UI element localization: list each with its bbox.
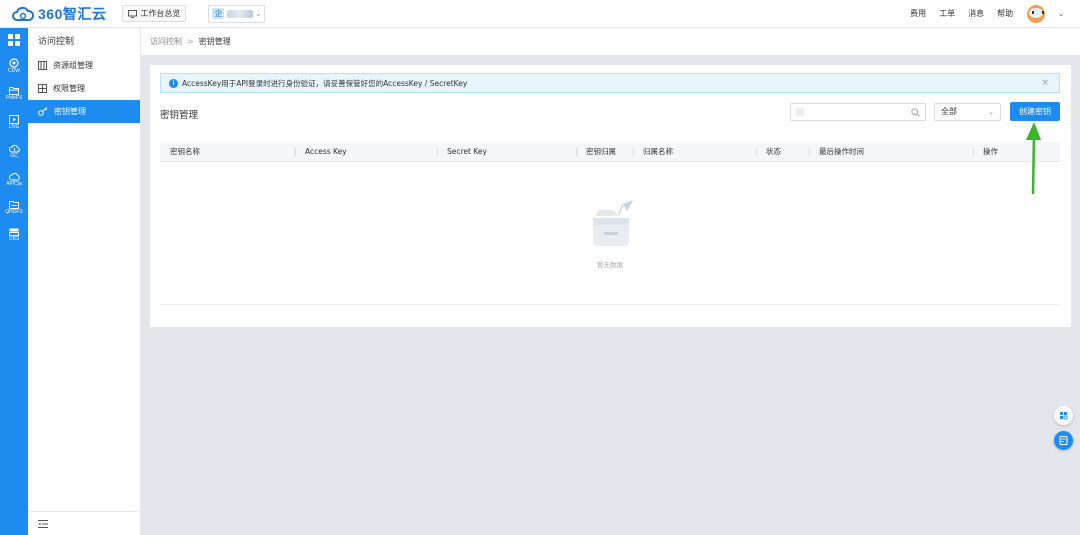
column-divider <box>756 147 757 157</box>
rail-label: GC <box>10 153 18 159</box>
column-divider <box>973 147 974 157</box>
column-header-secret-key: Secret Key <box>447 147 487 156</box>
column-header-owner-name: 归属名称 <box>643 147 673 156</box>
chevron-down-icon: ⌄ <box>255 9 262 18</box>
project-selector[interactable]: 企 ⌄ <box>208 4 266 23</box>
close-icon[interactable]: × <box>1041 78 1049 88</box>
rail-item-apicla[interactable]: APICla <box>0 172 28 187</box>
rail-item-obs[interactable]: OBS <box>0 228 28 242</box>
project-name-redacted <box>227 9 254 18</box>
chevron-down-icon[interactable]: ⌄ <box>1058 10 1064 18</box>
sidebar-item-key-management[interactable]: 密钥管理 <box>28 100 140 123</box>
rail-item-polefs[interactable]: PoleFS <box>0 86 28 101</box>
breadcrumb: 访问控制 > 密钥管理 <box>141 28 1080 55</box>
project-badge: 企 <box>212 8 225 19</box>
search-input[interactable] <box>790 103 926 121</box>
column-divider <box>295 147 296 157</box>
column-divider <box>633 147 634 157</box>
column-header-key-owner: 密钥归属 <box>586 147 616 156</box>
cloud-icon <box>8 144 20 153</box>
api-cloud-icon <box>8 172 20 181</box>
rail-item-cdw[interactable]: CDW <box>0 58 28 74</box>
nav-billing[interactable]: 费用 <box>910 8 926 19</box>
rail-label: OBS <box>8 236 20 242</box>
column-header-key-name: 密钥名称 <box>170 147 200 156</box>
brand-logo[interactable]: 360智汇云 <box>12 0 106 28</box>
column-header-status: 状态 <box>766 147 781 156</box>
qr-code-icon <box>1060 412 1068 420</box>
column-divider <box>437 147 438 157</box>
cloud-logo-icon <box>12 6 34 21</box>
collapse-menu-icon <box>38 519 48 528</box>
empty-text: 暂无数据 <box>597 261 623 269</box>
rail-label: CDW <box>8 68 20 74</box>
breadcrumb-parent[interactable]: 访问控制 <box>150 36 182 47</box>
info-icon: i <box>169 78 178 88</box>
brand-name: 360智汇云 <box>38 5 107 22</box>
monitor-icon <box>128 9 138 18</box>
table-header: 密钥名称 Access Key Secret Key 密钥归属 归属名称 状态 … <box>160 142 1060 162</box>
column-header-actions: 操作 <box>983 147 998 156</box>
qr-code-button[interactable] <box>1054 406 1073 425</box>
search-placeholder <box>796 108 804 116</box>
rail-item-live[interactable]: LIVE <box>0 115 28 130</box>
rail-item-qhdfs[interactable]: QHDFS <box>0 200 28 215</box>
hdfs-folder-icon <box>9 201 19 209</box>
sidebar-item-permissions[interactable]: 权限管理 <box>28 77 140 100</box>
status-filter-value: 全部 <box>941 107 957 116</box>
storage-icon <box>9 228 19 236</box>
top-nav: 费用 工单 消息 帮助 ⌄ <box>897 4 1080 23</box>
table-empty-state: 暂无数据 <box>160 162 1060 305</box>
sidebar-collapse-button[interactable] <box>28 511 140 535</box>
key-management-card: i AccessKey用于API登录时进行身份验证，请妥善保管好您的Access… <box>150 65 1071 327</box>
resource-group-icon <box>38 61 47 70</box>
column-header-access-key: Access Key <box>305 147 347 156</box>
sidebar-title: 访问控制 <box>38 37 75 47</box>
permission-icon <box>38 84 47 93</box>
column-divider <box>576 147 577 157</box>
search-icon <box>911 108 920 117</box>
nav-messages[interactable]: 消息 <box>968 8 984 19</box>
info-notice: i AccessKey用于API登录时进行身份验证，请妥善保管好您的Access… <box>160 73 1060 93</box>
folder-icon <box>9 87 19 95</box>
rail-label: QHDFS <box>5 209 23 215</box>
feedback-button[interactable] <box>1054 431 1073 450</box>
sidebar-item-label: 权限管理 <box>53 84 85 93</box>
create-key-button[interactable]: 创建密钥 <box>1010 102 1060 121</box>
rail-item-grid[interactable] <box>0 34 28 46</box>
sidebar-item-resource-groups[interactable]: 资源组管理 <box>28 54 140 77</box>
status-filter-select[interactable]: 全部 ⌄ <box>934 103 1001 121</box>
breadcrumb-separator: > <box>187 37 194 46</box>
rail-label: LIVE <box>8 124 20 130</box>
page-title: 密钥管理 <box>160 110 199 121</box>
avatar[interactable] <box>1027 4 1046 23</box>
sidebar-item-label: 密钥管理 <box>54 107 86 116</box>
grid-icon <box>8 34 20 46</box>
workbench-label: 工作台总览 <box>140 9 181 18</box>
database-icon <box>9 58 19 68</box>
edit-note-icon <box>1059 435 1068 446</box>
column-header-last-operation-time: 最后操作时间 <box>819 147 864 156</box>
breadcrumb-current: 密钥管理 <box>198 37 231 46</box>
column-divider <box>809 147 810 157</box>
nav-tickets[interactable]: 工单 <box>939 8 955 19</box>
sidebar-item-label: 资源组管理 <box>53 61 93 70</box>
rail-label: APICla <box>6 181 22 187</box>
sidebar: 访问控制 资源组管理 权限管理 密钥管理 <box>28 28 141 535</box>
key-icon <box>38 107 48 116</box>
chevron-down-icon: ⌄ <box>988 108 994 116</box>
rail-item-gc[interactable]: GC <box>0 144 28 159</box>
annotation-arrow-icon <box>1026 122 1041 195</box>
notice-text: AccessKey用于API登录时进行身份验证，请妥善保管好您的AccessKe… <box>182 78 468 88</box>
workbench-overview-button[interactable]: 工作台总览 <box>122 5 187 22</box>
empty-box-icon <box>593 200 633 246</box>
top-bar: 360智汇云 工作台总览 企 ⌄ 费用 工单 消息 帮助 ⌄ <box>0 0 1080 28</box>
nav-help[interactable]: 帮助 <box>997 8 1013 19</box>
play-icon <box>9 115 19 124</box>
product-rail: CDW PoleFS LIVE GC APICla QHDFS OBS <box>0 28 28 535</box>
rail-label: PoleFS <box>5 95 23 101</box>
